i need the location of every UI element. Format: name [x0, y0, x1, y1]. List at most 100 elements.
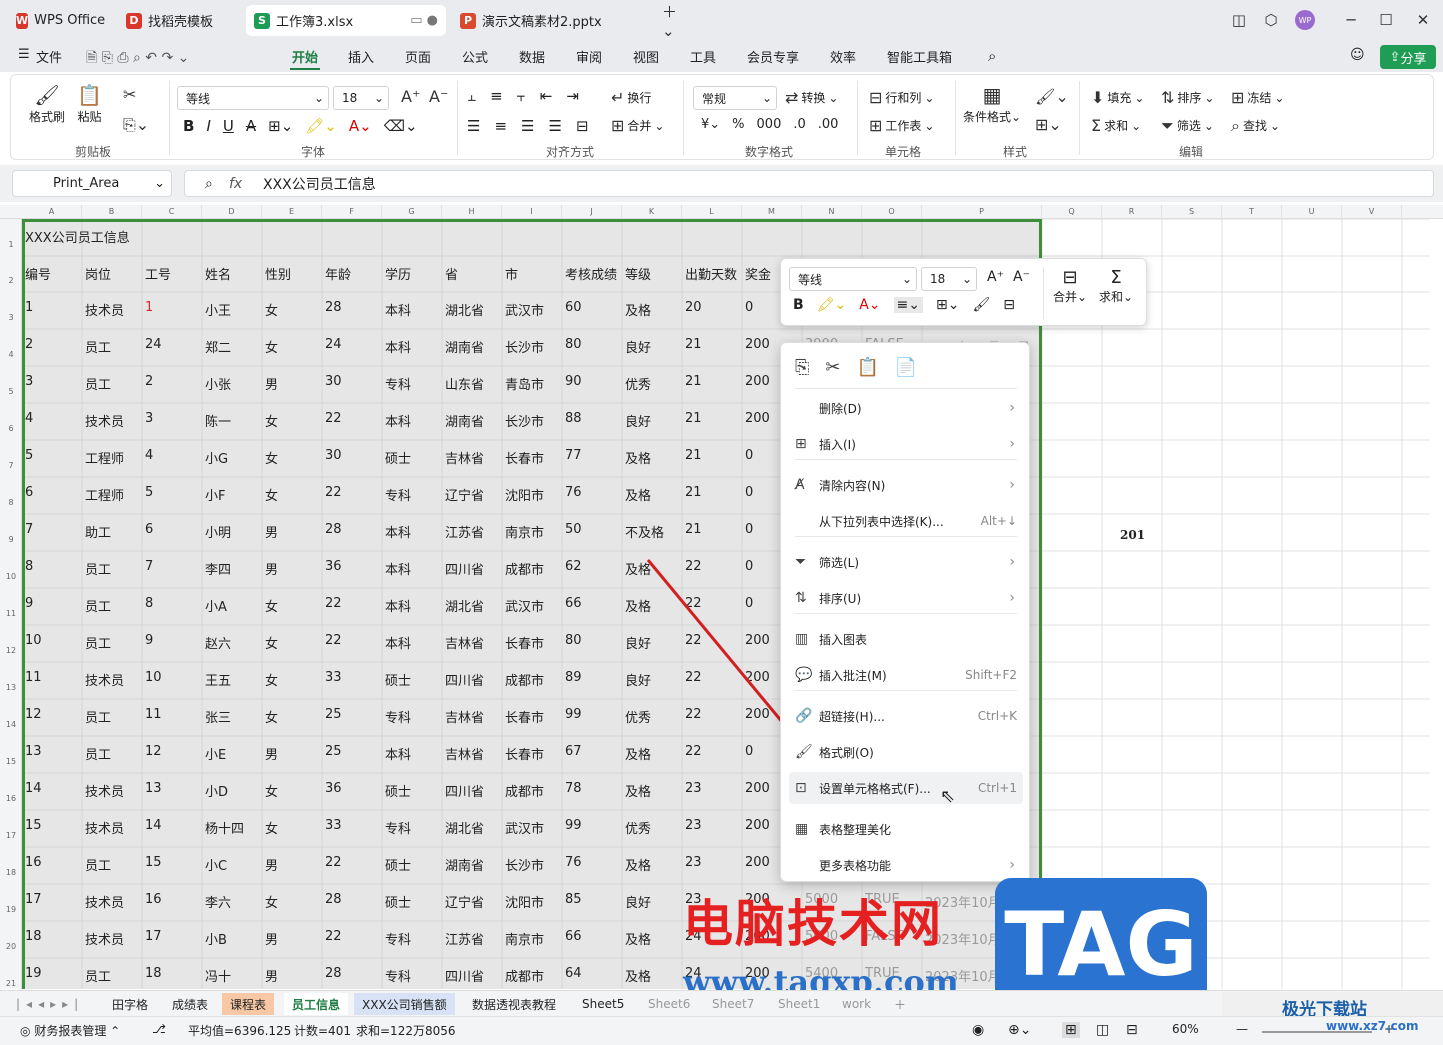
column-header[interactable]: I	[502, 205, 562, 219]
row-header[interactable]: 9	[0, 535, 22, 544]
sheet-tab[interactable]: Sheet1	[770, 993, 828, 1015]
font-name-select[interactable]: 等线 ⌄	[177, 86, 329, 110]
column-header[interactable]: V	[1342, 205, 1402, 219]
column-header[interactable]: U	[1282, 205, 1342, 219]
zoom-icon[interactable]: ⌕	[205, 176, 229, 192]
column-header[interactable]: Q	[1042, 205, 1102, 219]
filter-button[interactable]: ⏷ 筛选 ⌄	[1161, 117, 1214, 134]
align-middle-icon[interactable]: ≡	[490, 87, 503, 105]
column-header[interactable]: C	[142, 205, 202, 219]
number-format-select[interactable]: 常规 ⌄	[693, 86, 777, 110]
sum-button[interactable]: Σ 求和 ⌄	[1091, 117, 1141, 134]
context-item[interactable]: 🔗 超链接(H)... Ctrl+K	[781, 700, 1031, 732]
mini-font-select[interactable]: 等线 ⌄	[789, 267, 917, 291]
row-header[interactable]: 10	[0, 572, 22, 581]
share-button[interactable]: ⇪ 分享	[1380, 45, 1436, 69]
row-header[interactable]: 5	[0, 387, 22, 396]
maximize-icon[interactable]: ☐	[1373, 8, 1399, 32]
menu-insert[interactable]: 插入	[348, 47, 374, 66]
menu-review[interactable]: 审阅	[576, 47, 602, 66]
context-item[interactable]: 更多表格功能 ›	[781, 849, 1031, 881]
tab-wps-office[interactable]: W WPS Office	[8, 5, 113, 36]
font-grow-button[interactable]: A⁺	[401, 89, 420, 105]
menu-smart-tools[interactable]: 智能工具箱	[887, 47, 952, 66]
border-style-button[interactable]: ⊞⌄	[1035, 117, 1062, 133]
cube-icon[interactable]: ⬡	[1258, 8, 1284, 32]
tab-workbook[interactable]: S 工作簿3.xlsx ▭ ●	[246, 5, 446, 36]
row-header[interactable]: 19	[0, 905, 22, 914]
row-header[interactable]: 16	[0, 794, 22, 803]
eraser-icon[interactable]: ⌫⌄	[384, 117, 418, 135]
sheet-tab[interactable]: XXX公司销售额	[354, 993, 455, 1015]
column-header[interactable]: A	[22, 205, 82, 219]
menu-page[interactable]: 页面	[405, 47, 431, 66]
row-header[interactable]: 17	[0, 831, 22, 840]
row-header[interactable]: 6	[0, 424, 22, 433]
menu-file[interactable]: 文件	[36, 47, 62, 66]
formula-input[interactable]: ⌕ fx XXX公司员工信息	[184, 170, 1434, 197]
name-box[interactable]: Print_Area ⌄	[12, 170, 172, 197]
format-painter-button[interactable]: 🖌 格式刷	[29, 85, 65, 125]
context-item[interactable]: 删除(D) ›	[781, 392, 1031, 424]
align-top-icon[interactable]: ⫠	[467, 87, 476, 105]
column-header[interactable]: K	[622, 205, 682, 219]
format-painter-icon[interactable]: 🖌	[972, 297, 990, 313]
merge-button[interactable]: ⊞ 合并 ⌄	[611, 117, 664, 134]
underline-icon[interactable]: U	[223, 117, 234, 135]
sheet-tab[interactable]: work	[834, 993, 879, 1015]
row-header[interactable]: 1	[0, 240, 22, 249]
column-header[interactable]: B	[82, 205, 142, 219]
border-icon[interactable]: ⊞⌄	[936, 297, 959, 313]
column-header[interactable]: S	[1162, 205, 1222, 219]
border-icon[interactable]: ⊞⌄	[268, 117, 293, 135]
font-shrink-button[interactable]: A⁻	[429, 89, 448, 105]
bold-icon[interactable]: B	[183, 117, 194, 135]
context-item[interactable]: ⇅ 排序(U) ›	[781, 582, 1031, 614]
column-header[interactable]: J	[562, 205, 622, 219]
mini-sum-button[interactable]: Σ 求和⌄	[1099, 267, 1133, 305]
font-color-icon[interactable]: A⌄	[859, 297, 880, 313]
row-header[interactable]: 11	[0, 609, 22, 618]
row-header[interactable]: 8	[0, 498, 22, 507]
align-icon[interactable]: ≡⌄	[893, 297, 923, 313]
column-header[interactable]: O	[862, 205, 922, 219]
context-item[interactable]: 从下拉列表中选择(K)... Alt+↓	[781, 505, 1031, 537]
column-header[interactable]: N	[802, 205, 862, 219]
context-item[interactable]: ▥ 插入图表	[781, 623, 1031, 655]
view-mode-icon[interactable]: ⊕⌄	[1008, 1022, 1031, 1038]
distribute-icon[interactable]: ⊟	[576, 117, 589, 135]
row-header[interactable]: 20	[0, 942, 22, 951]
row-header[interactable]: 21	[0, 979, 22, 988]
menu-tools[interactable]: 工具	[690, 47, 716, 66]
search-icon[interactable]: ⌕	[988, 47, 996, 65]
mini-size-select[interactable]: 18 ⌄	[921, 267, 977, 291]
column-header[interactable]: F	[322, 205, 382, 219]
italic-icon[interactable]: I	[206, 117, 210, 135]
zoom-level[interactable]: 60%	[1172, 1022, 1199, 1036]
menu-view[interactable]: 视图	[633, 47, 659, 66]
align-top-buttons[interactable]: ⫠ ≡ ⫟ ⇤ ⇥	[467, 87, 579, 105]
column-header[interactable]: T	[1222, 205, 1282, 219]
align-right-icon[interactable]: ☰	[521, 117, 534, 135]
fx-icon[interactable]: fx	[229, 176, 257, 192]
scissors-icon[interactable]: ✂	[825, 357, 840, 378]
zoom-out-icon[interactable]: —	[1236, 1022, 1248, 1036]
context-item[interactable]: ⊞ 插入(I) ›	[781, 428, 1031, 460]
row-header[interactable]: 15	[0, 757, 22, 766]
context-item[interactable]: 💬 插入批注(M) Shift+F2	[781, 659, 1031, 691]
thousands-icon[interactable]: 000	[757, 117, 782, 132]
sheet-tab[interactable]: Sheet6	[640, 993, 698, 1015]
sheet-tab[interactable]: 员工信息	[284, 993, 349, 1015]
menu-member[interactable]: 会员专享	[747, 47, 799, 66]
justify-icon[interactable]: ☰	[548, 117, 561, 135]
column-header[interactable]: E	[262, 205, 322, 219]
tab-docer[interactable]: D 找稻壳模板	[118, 5, 240, 36]
decrease-decimal-icon[interactable]: .00	[818, 117, 839, 132]
fill-button[interactable]: ⬇ 填充 ⌄	[1091, 89, 1144, 106]
row-header[interactable]: 14	[0, 720, 22, 729]
indent-left-icon[interactable]: ⇤	[540, 87, 553, 105]
macro-icon[interactable]: ⎇	[152, 1022, 166, 1036]
currency-icon[interactable]: ¥⌄	[701, 117, 720, 132]
row-col-button[interactable]: ⊟ 行和列 ⌄	[869, 89, 934, 106]
row-header[interactable]: 3	[0, 313, 22, 322]
